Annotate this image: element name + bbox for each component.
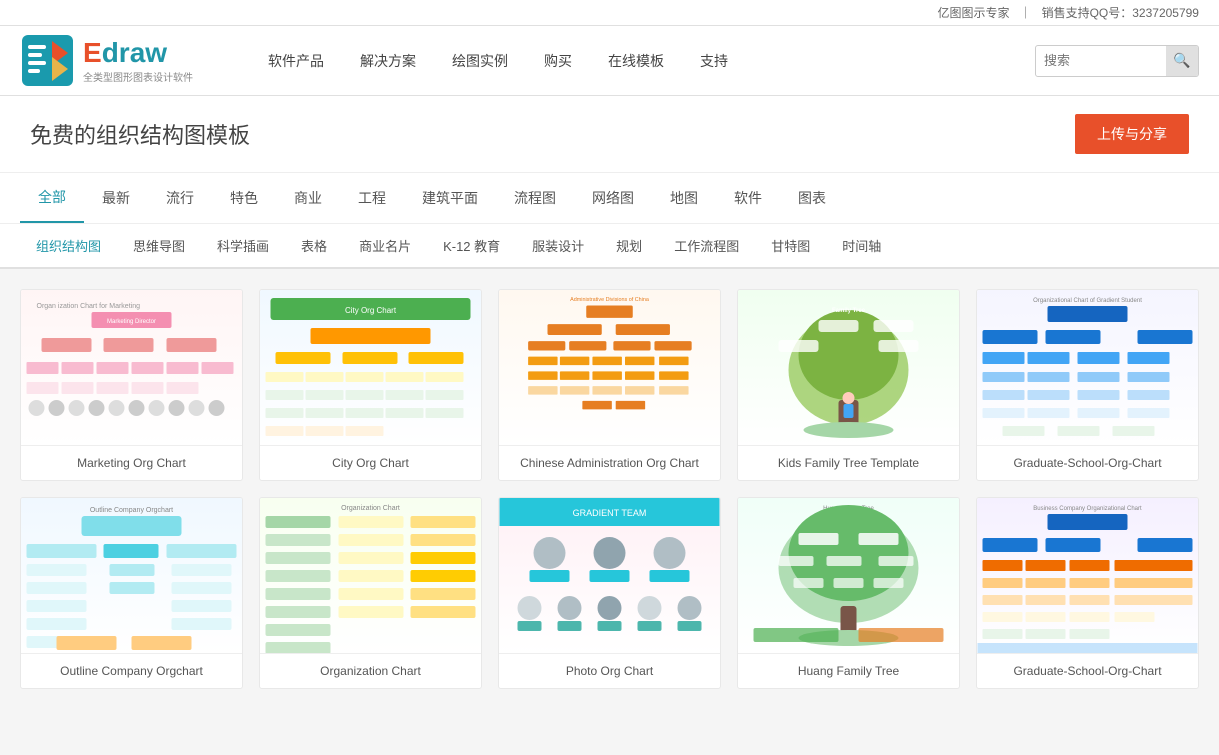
card-outline[interactable]: Outline Company Orgchart [20, 497, 243, 689]
svg-text:Marketing Director: Marketing Director [107, 319, 156, 325]
filter2-science[interactable]: 科学插画 [201, 224, 285, 267]
card-label-kids-tree: Kids Family Tree Template [738, 445, 959, 480]
card-label-outline: Outline Company Orgchart [21, 653, 242, 688]
filter-row-2: 组织结构图 思维导图 科学插画 表格 商业名片 K-12 教育 服装设计 规划 … [0, 224, 1219, 269]
card-image-gradient: Organizational Chart of Gradient Student [977, 290, 1198, 445]
logo-title: Edraw [83, 37, 193, 69]
card-image-city: City Org Chart [260, 290, 481, 445]
card-gradient[interactable]: Organizational Chart of Gradient Student [976, 289, 1199, 481]
card-image-grad-school: Business Company Organizational Chart [977, 498, 1198, 653]
card-city[interactable]: City Org Chart [259, 289, 482, 481]
filter-tab-latest[interactable]: 最新 [84, 174, 148, 222]
card-label-gradient: Graduate-School-Org-Chart [977, 445, 1198, 480]
svg-text:Organizational Chart of Gradie: Organizational Chart of Gradient Student [1033, 298, 1142, 304]
svg-text:Outline Company Orgchart: Outline Company Orgchart [90, 507, 173, 514]
page-title: 免费的组织结构图模板 [30, 118, 250, 150]
card-photo[interactable]: GRADIENT TEAM Photo Or [498, 497, 721, 689]
header: Edraw 全类型图形图表设计软件 软件产品 解决方案 绘图实例 购买 在线模板… [0, 26, 1219, 96]
filter2-table[interactable]: 表格 [285, 224, 343, 267]
filter-tab-software[interactable]: 软件 [716, 174, 780, 222]
filter2-k12[interactable]: K-12 教育 [427, 224, 516, 267]
card-label-photo: Photo Org Chart [499, 653, 720, 688]
filter-tab-business[interactable]: 商业 [276, 174, 340, 222]
svg-text:Family Tree: Family Tree [832, 308, 866, 314]
filter-tab-chart[interactable]: 图表 [780, 174, 844, 222]
svg-text:City Org Chart: City Org Chart [345, 306, 397, 315]
card-chinese[interactable]: Administrative Divisions of China [498, 289, 721, 481]
template-grid: Organ ization Chart for Marketing Market… [0, 269, 1219, 709]
filter2-timeline[interactable]: 时间轴 [826, 224, 897, 267]
filter2-card[interactable]: 商业名片 [343, 224, 427, 267]
upload-button[interactable]: 上传与分享 [1075, 114, 1189, 154]
filter2-gantt[interactable]: 甘特图 [755, 224, 826, 267]
filter-tab-all[interactable]: 全部 [20, 173, 84, 223]
filter2-org[interactable]: 组织结构图 [20, 224, 117, 267]
filter2-fashion[interactable]: 服装设计 [516, 224, 600, 267]
card-label-org: Organization Chart [260, 653, 481, 688]
nav-support[interactable]: 支持 [682, 26, 746, 96]
filter-tab-engineering[interactable]: 工程 [340, 174, 404, 222]
logo-text: Edraw 全类型图形图表设计软件 [83, 37, 193, 84]
svg-text:Organ ization Chart for Market: Organ ization Chart for Marketing [37, 303, 141, 310]
support-label: 销售支持QQ号：3237205799 [1042, 4, 1199, 21]
card-image-photo: GRADIENT TEAM [499, 498, 720, 653]
filter-tab-flowchart[interactable]: 流程图 [496, 174, 574, 222]
card-image-huang: Huang Family Tree [738, 498, 959, 653]
filter-tab-featured[interactable]: 特色 [212, 174, 276, 222]
nav-solution[interactable]: 解决方案 [342, 26, 434, 96]
separator: ｜ [1020, 4, 1032, 21]
card-grad-school[interactable]: Business Company Organizational Chart [976, 497, 1199, 689]
page-title-bar: 免费的组织结构图模板 上传与分享 [0, 96, 1219, 173]
service-label: 亿图图示专家 [938, 4, 1010, 21]
card-org[interactable]: Organization Chart [259, 497, 482, 689]
card-label-chinese: Chinese Administration Org Chart [499, 445, 720, 480]
main-nav: 软件产品 解决方案 绘图实例 购买 在线模板 支持 [250, 26, 1035, 96]
nav-buy[interactable]: 购买 [526, 26, 590, 96]
filter2-mindmap[interactable]: 思维导图 [117, 224, 201, 267]
card-label-huang: Huang Family Tree [738, 653, 959, 688]
card-huang[interactable]: Huang Family Tree Huang Family [737, 497, 960, 689]
search-button[interactable]: 🔍 [1166, 45, 1198, 77]
card-image-org: Organization Chart [260, 498, 481, 653]
nav-examples[interactable]: 绘图实例 [434, 26, 526, 96]
svg-text:Administrative Divisions of Ch: Administrative Divisions of China [570, 297, 649, 303]
search-input[interactable] [1036, 53, 1166, 68]
card-image-outline: Outline Company Orgchart [21, 498, 242, 653]
card-image-chinese: Administrative Divisions of China [499, 290, 720, 445]
filter2-plan[interactable]: 规划 [600, 224, 658, 267]
svg-text:Business Company Organizationa: Business Company Organizational Chart [1033, 506, 1142, 512]
card-label-city: City Org Chart [260, 445, 481, 480]
filter2-workflow[interactable]: 工作流程图 [658, 224, 755, 267]
logo[interactable]: Edraw 全类型图形图表设计软件 [20, 33, 220, 88]
logo-icon [20, 33, 75, 88]
nav-templates[interactable]: 在线模板 [590, 26, 682, 96]
card-label-marketing: Marketing Org Chart [21, 445, 242, 480]
card-label-grad-school: Graduate-School-Org-Chart [977, 653, 1198, 688]
nav-software[interactable]: 软件产品 [250, 26, 342, 96]
svg-text:Organization Chart: Organization Chart [341, 505, 400, 512]
card-kids-tree[interactable]: Family Tree Kids Family Tree Template [737, 289, 960, 481]
logo-subtitle: 全类型图形图表设计软件 [83, 69, 193, 84]
filter-tab-map[interactable]: 地图 [652, 174, 716, 222]
search-area: 🔍 [1035, 45, 1199, 77]
card-image-marketing: Organ ization Chart for Marketing Market… [21, 290, 242, 445]
filter-row-1: 全部 最新 流行 特色 商业 工程 建筑平面 流程图 网络图 地图 软件 图表 [0, 173, 1219, 224]
top-bar: 亿图图示专家 ｜ 销售支持QQ号：3237205799 [0, 0, 1219, 26]
filter-tab-popular[interactable]: 流行 [148, 174, 212, 222]
filter-tab-architecture[interactable]: 建筑平面 [404, 174, 496, 222]
filter-tab-network[interactable]: 网络图 [574, 174, 652, 222]
card-marketing[interactable]: Organ ization Chart for Marketing Market… [20, 289, 243, 481]
card-image-kids-tree: Family Tree [738, 290, 959, 445]
svg-text:GRADIENT TEAM: GRADIENT TEAM [573, 508, 647, 518]
